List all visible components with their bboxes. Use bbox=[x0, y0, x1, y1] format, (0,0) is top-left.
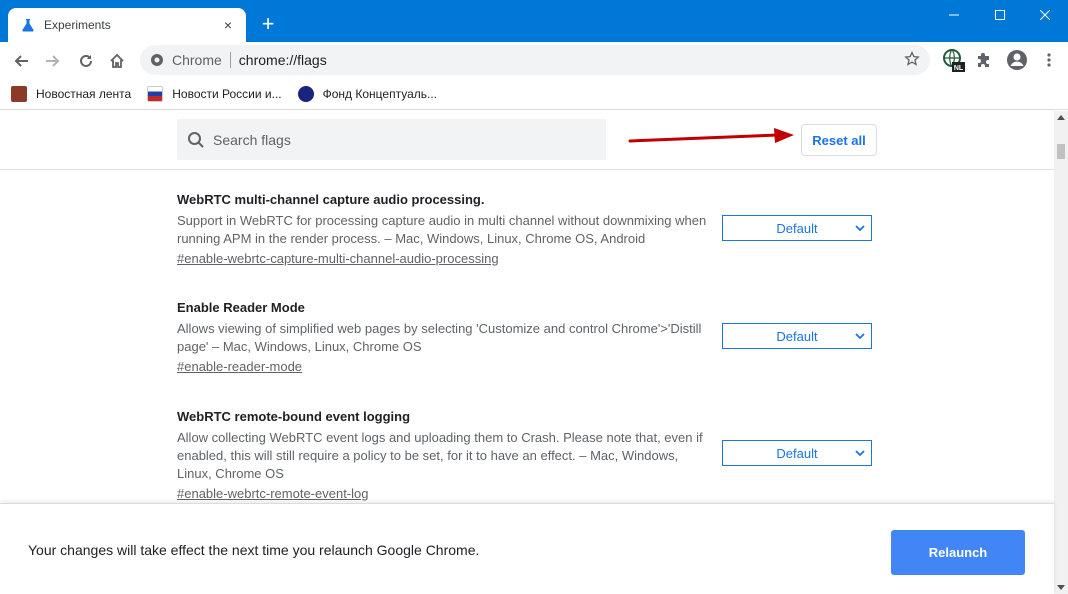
flag-title: WebRTC multi-channel capture audio proce… bbox=[177, 192, 485, 207]
flag-item: WebRTC multi-channel capture audio proce… bbox=[177, 191, 877, 268]
flag-item: WebRTC remote-bound event logging Allow … bbox=[177, 408, 877, 503]
flag-link[interactable]: #enable-webrtc-remote-event-log bbox=[177, 485, 368, 503]
flask-icon bbox=[20, 17, 36, 33]
scroll-down-icon[interactable] bbox=[1057, 585, 1065, 590]
flag-russia-icon bbox=[147, 86, 164, 102]
omnibox-divider bbox=[229, 52, 231, 68]
star-icon[interactable] bbox=[904, 50, 922, 69]
puzzle-icon bbox=[978, 53, 989, 67]
scrollbar-thumb[interactable] bbox=[1057, 144, 1065, 159]
omnibox-site-label: Chrome bbox=[172, 52, 222, 68]
bookmark-label: Фонд Концептуаль... bbox=[322, 87, 438, 101]
address-bar[interactable]: Chrome chrome://flags bbox=[140, 45, 930, 75]
omnibox-url[interactable]: chrome://flags bbox=[239, 52, 327, 68]
annotation-arrow-icon bbox=[628, 128, 794, 143]
chevron-down-icon bbox=[855, 225, 865, 232]
tab-title: Experiments bbox=[44, 18, 111, 32]
flag-description: Support in WebRTC for processing capture… bbox=[177, 213, 707, 246]
scroll-up-icon[interactable] bbox=[1057, 115, 1065, 120]
svg-text:NL: NL bbox=[954, 65, 964, 72]
bookmarks-bar: Новостная лента Новости России и... Фонд… bbox=[0, 79, 1068, 110]
chevron-down-icon bbox=[855, 333, 865, 340]
flag-select[interactable]: Default bbox=[722, 323, 872, 349]
reload-button[interactable] bbox=[73, 48, 99, 74]
bookmark-item[interactable]: Новости России и... bbox=[147, 86, 282, 102]
close-icon[interactable]: × bbox=[220, 17, 236, 33]
flag-description: Allow collecting WebRTC event logs and u… bbox=[177, 430, 703, 481]
flag-title: WebRTC remote-bound event logging bbox=[177, 409, 411, 424]
chrome-icon bbox=[151, 54, 163, 66]
arrow-left-icon bbox=[14, 55, 28, 67]
avatar-icon bbox=[1007, 50, 1027, 70]
search-input[interactable] bbox=[213, 131, 593, 148]
arrow-right-icon bbox=[46, 55, 60, 67]
kebab-menu-icon bbox=[1047, 53, 1051, 67]
bookmark-item[interactable]: Новостная лента bbox=[11, 86, 131, 102]
flag-select-value: Default bbox=[776, 220, 818, 236]
bookmark-item[interactable]: Фонд Концептуаль... bbox=[297, 86, 438, 102]
title-bar: Experiments × + bbox=[0, 0, 1068, 42]
search-box[interactable] bbox=[177, 119, 606, 160]
bookmark-label: Новостная лента bbox=[36, 87, 132, 101]
relaunch-button[interactable]: Relaunch bbox=[891, 530, 1025, 575]
flag-select[interactable]: Default bbox=[722, 440, 872, 466]
flags-header: Reset all bbox=[0, 111, 1054, 170]
menu-button[interactable] bbox=[1036, 47, 1062, 73]
bookmark-favicon-icon bbox=[11, 86, 27, 102]
globe-extension-button[interactable]: NL bbox=[940, 47, 966, 73]
maximize-button[interactable] bbox=[977, 0, 1023, 30]
flag-select-value: Default bbox=[776, 328, 818, 344]
flag-link[interactable]: #enable-reader-mode bbox=[177, 358, 302, 376]
search-icon bbox=[188, 131, 204, 148]
reload-icon bbox=[80, 54, 92, 67]
flags-list: WebRTC multi-channel capture audio proce… bbox=[0, 170, 1054, 503]
toolbar: Chrome chrome://flags NL bbox=[0, 42, 1068, 79]
flag-title: Enable Reader Mode bbox=[177, 300, 305, 315]
bookmark-label: Новости России и... bbox=[172, 87, 282, 101]
flag-select-value: Default bbox=[776, 445, 818, 461]
bookmark-favicon-icon bbox=[297, 86, 314, 102]
page-scrollbar[interactable] bbox=[1054, 111, 1068, 594]
minimize-button[interactable] bbox=[931, 0, 977, 30]
flag-link[interactable]: #enable-webrtc-capture-multi-channel-aud… bbox=[177, 250, 499, 268]
back-button[interactable] bbox=[8, 48, 34, 74]
home-icon bbox=[110, 53, 124, 68]
flag-item: Enable Reader Mode Allows viewing of sim… bbox=[177, 299, 877, 376]
flag-select[interactable]: Default bbox=[722, 215, 872, 241]
new-tab-button[interactable]: + bbox=[256, 13, 280, 37]
flag-description: Allows viewing of simplified web pages b… bbox=[177, 321, 702, 354]
relaunch-bar: Your changes will take effect the next t… bbox=[0, 503, 1054, 594]
relaunch-message: Your changes will take effect the next t… bbox=[28, 542, 480, 558]
home-button[interactable] bbox=[104, 48, 130, 74]
close-window-button[interactable] bbox=[1022, 0, 1068, 30]
globe-icon: NL bbox=[943, 49, 965, 72]
tab-experiments[interactable]: Experiments × bbox=[8, 8, 246, 42]
forward-button[interactable] bbox=[40, 48, 66, 74]
reset-all-button[interactable]: Reset all bbox=[801, 124, 877, 156]
chevron-down-icon bbox=[855, 450, 865, 457]
profile-button[interactable] bbox=[1004, 47, 1030, 73]
extensions-button[interactable] bbox=[972, 47, 998, 73]
